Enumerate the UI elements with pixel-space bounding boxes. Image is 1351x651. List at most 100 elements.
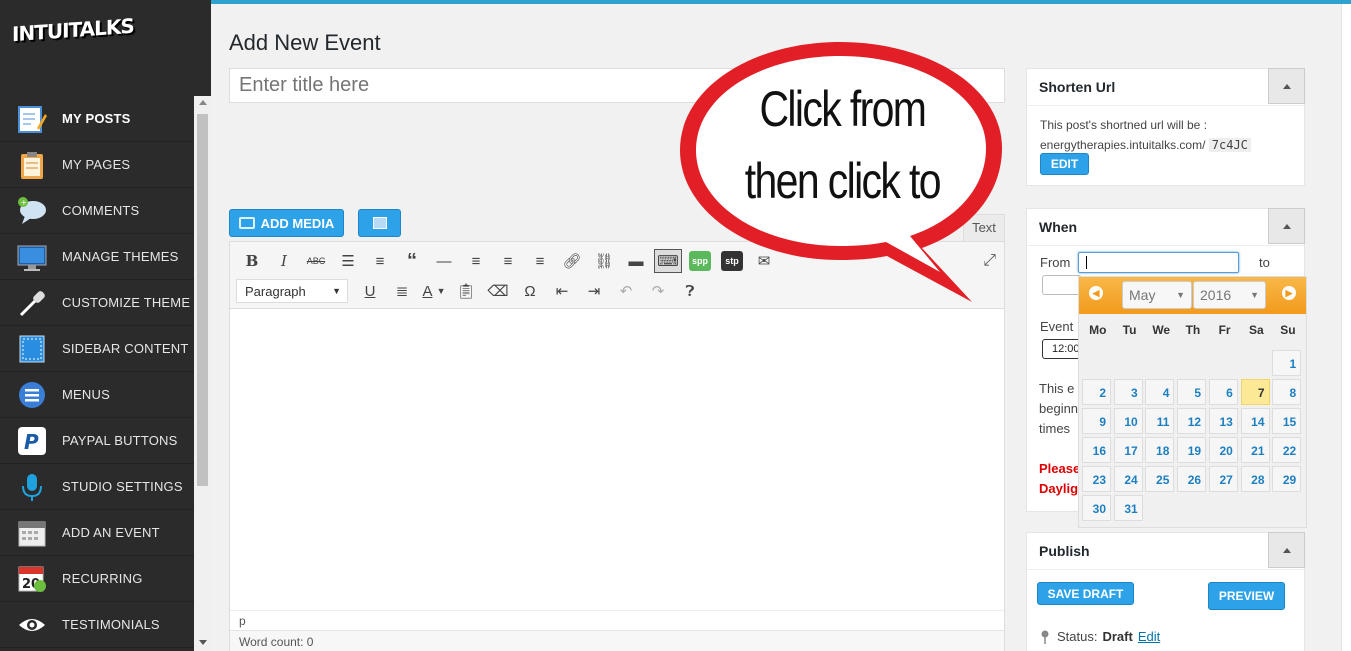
sidebar-item-recurring[interactable]: 20 RECURRING [0, 556, 194, 602]
justify-icon[interactable]: ≣ [386, 278, 418, 304]
day-cell[interactable]: 16 [1082, 437, 1111, 463]
day-cell[interactable]: 17 [1113, 437, 1143, 463]
sidebar-item-label: MANAGE THEMES [62, 249, 179, 264]
scrollbar-thumb[interactable] [197, 114, 208, 486]
sidebar-item-paypal-buttons[interactable]: P PAYPAL BUTTONS [0, 418, 194, 464]
sidebar-item-label: MY PAGES [62, 157, 131, 172]
day-cell[interactable]: 5 [1177, 379, 1207, 405]
day-cell[interactable]: 12 [1177, 408, 1207, 434]
special-character-icon[interactable]: Ω [514, 278, 546, 304]
month-select[interactable]: May ▼ [1122, 281, 1192, 309]
sidebar-item-my-posts[interactable]: MY POSTS [0, 96, 194, 142]
day-cell[interactable]: 14 [1240, 408, 1270, 434]
day-cell[interactable]: 13 [1208, 408, 1238, 434]
when-description-line: beginn [1039, 401, 1079, 416]
sidebar-item-studio-settings[interactable]: STUDIO SETTINGS [0, 464, 194, 510]
event-time-label: Event [1040, 319, 1074, 334]
sidebar-item-label: STUDIO SETTINGS [62, 479, 183, 494]
add-media-button[interactable]: ADD MEDIA [229, 209, 344, 237]
scroll-down-arrow-icon[interactable] [199, 640, 207, 645]
blockquote-icon[interactable]: “ [396, 248, 428, 274]
day-cell[interactable]: 20 [1208, 437, 1238, 463]
redo-icon[interactable]: ↷ [642, 278, 674, 304]
clear-formatting-icon[interactable]: ⌫ [482, 278, 514, 304]
sidebar-item-customize-theme[interactable]: CUSTOMIZE THEME [0, 280, 194, 326]
day-cell[interactable]: 7 [1240, 379, 1270, 405]
bold-icon[interactable]: B [236, 248, 268, 274]
text-color-icon[interactable]: A ▼ [418, 278, 450, 304]
collapse-when-button[interactable] [1268, 208, 1305, 244]
undo-icon[interactable]: ↶ [610, 278, 642, 304]
day-cell[interactable]: 2 [1082, 379, 1111, 405]
shorten-url-panel: Shorten Url This post's shortned url wil… [1026, 68, 1305, 186]
day-cell[interactable]: 22 [1272, 437, 1302, 463]
bulleted-list-icon[interactable]: ☰ [332, 248, 364, 274]
align-right-icon[interactable]: ≡ [524, 248, 556, 274]
preview-button[interactable]: PREVIEW [1208, 582, 1285, 610]
scroll-up-arrow-icon[interactable] [199, 100, 207, 105]
day-cell[interactable]: 31 [1113, 495, 1143, 521]
day-cell[interactable]: 30 [1082, 495, 1111, 521]
paypal-icon: P [15, 424, 49, 458]
day-cell[interactable]: 15 [1272, 408, 1302, 434]
pencil-note-icon [15, 102, 49, 136]
day-cell[interactable]: 1 [1272, 350, 1302, 376]
sidebar-item-manage-themes[interactable]: MANAGE THEMES [0, 234, 194, 280]
sidebar-item-my-pages[interactable]: MY PAGES [0, 142, 194, 188]
weekday-label: We [1152, 323, 1171, 337]
intuitalks-logo[interactable]: INTUITALKS [12, 10, 134, 52]
insert-link-icon[interactable]: 🔗︎ [556, 248, 588, 274]
sidebar-item-menus[interactable]: MENUS [0, 372, 194, 418]
sidebar-scrollbar[interactable] [194, 96, 211, 651]
collapse-shorten-url-button[interactable] [1268, 68, 1305, 104]
save-draft-button[interactable]: SAVE DRAFT [1037, 582, 1134, 605]
to-date-input[interactable] [1042, 275, 1082, 295]
day-cell[interactable]: 27 [1208, 466, 1238, 492]
align-left-icon[interactable]: ≡ [460, 248, 492, 274]
remove-link-icon[interactable]: ⛓︎ [588, 248, 620, 274]
underline-icon[interactable]: U [354, 278, 386, 304]
day-cell[interactable]: 24 [1113, 466, 1143, 492]
edit-status-link[interactable]: Edit [1138, 629, 1160, 644]
editor-content-area[interactable] [230, 309, 1004, 609]
day-cell[interactable]: 19 [1177, 437, 1207, 463]
day-cell[interactable]: 6 [1208, 379, 1238, 405]
day-cell[interactable]: 8 [1272, 379, 1302, 405]
edit-short-url-button[interactable]: EDIT [1040, 153, 1089, 175]
day-cell[interactable]: 26 [1177, 466, 1207, 492]
paste-as-text-icon[interactable]: 📋︎ [450, 278, 482, 304]
sidebar-item-comments[interactable]: + COMMENTS [0, 188, 194, 234]
previous-month-icon[interactable]: ◀ [1089, 286, 1103, 300]
day-cell[interactable]: 28 [1240, 466, 1270, 492]
day-cell[interactable]: 25 [1145, 466, 1175, 492]
numbered-list-icon[interactable]: ≡ [364, 248, 396, 274]
paragraph-format-select[interactable]: Paragraph ▼ [236, 279, 348, 303]
day-cell[interactable]: 3 [1113, 379, 1143, 405]
indent-icon[interactable]: ⇥ [578, 278, 610, 304]
from-date-input[interactable] [1078, 252, 1239, 273]
next-month-icon[interactable]: ▶ [1282, 286, 1296, 300]
insert-form-button[interactable] [358, 209, 401, 237]
day-cell[interactable]: 29 [1272, 466, 1302, 492]
day-cell[interactable]: 4 [1145, 379, 1175, 405]
speech-bubble-icon: + [15, 194, 49, 228]
align-center-icon[interactable]: ≡ [492, 248, 524, 274]
day-cell[interactable]: 11 [1145, 408, 1175, 434]
dst-warning-line: Please [1039, 461, 1081, 476]
sidebar-item-sidebar-content[interactable]: SIDEBAR CONTENT [0, 326, 194, 372]
outdent-icon[interactable]: ⇤ [546, 278, 578, 304]
strikethrough-icon[interactable]: ABC [300, 248, 332, 274]
read-more-icon[interactable]: ▬ [620, 248, 652, 274]
sidebar-item-testimonials[interactable]: TESTIMONIALS [0, 602, 194, 648]
sidebar-item-add-an-event[interactable]: ADD AN EVENT [0, 510, 194, 556]
horizontal-line-icon[interactable]: — [428, 248, 460, 274]
day-cell[interactable]: 18 [1145, 437, 1175, 463]
day-cell[interactable]: 9 [1082, 408, 1111, 434]
day-cell[interactable]: 23 [1082, 466, 1111, 492]
collapse-publish-button[interactable] [1268, 532, 1305, 568]
day-cell[interactable]: 21 [1240, 437, 1270, 463]
event-time-input[interactable]: 12:00 [1042, 339, 1082, 359]
italic-icon[interactable]: I [268, 248, 300, 274]
year-select[interactable]: 2016 ▼ [1193, 281, 1266, 309]
day-cell[interactable]: 10 [1113, 408, 1143, 434]
